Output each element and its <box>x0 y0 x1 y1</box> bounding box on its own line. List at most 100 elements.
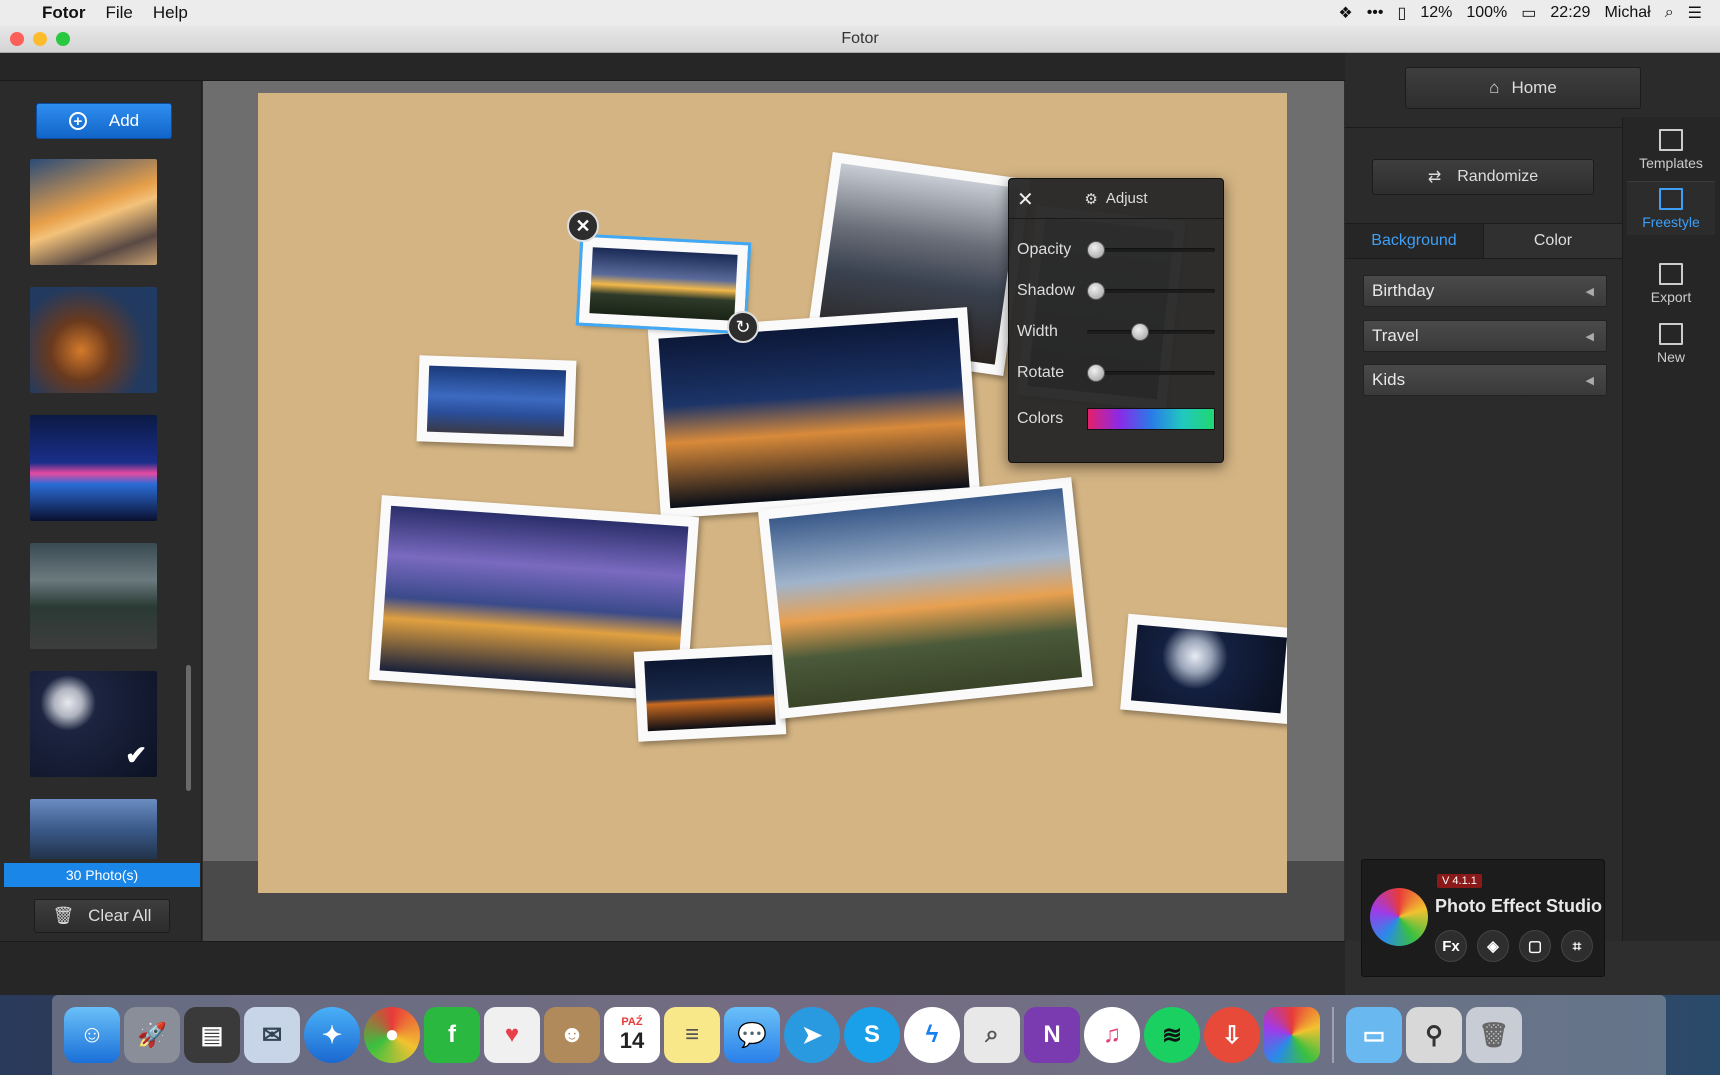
photo-count: 30 Photo(s) <box>4 863 200 887</box>
category-label: Kids <box>1372 370 1406 389</box>
trash-dock-icon[interactable]: 🗑 <box>1466 1007 1522 1063</box>
remove-photo-icon[interactable]: ✕ <box>567 210 599 242</box>
dropbox-icon[interactable]: ❖ <box>1338 3 1352 23</box>
telegram-icon[interactable]: ➤ <box>784 1007 840 1063</box>
fx-icon[interactable]: Fx <box>1435 930 1467 962</box>
width-slider[interactable] <box>1087 323 1215 341</box>
menu-help[interactable]: Help <box>153 3 188 23</box>
calendar-month: PAŹ <box>621 1016 643 1028</box>
crop-icon[interactable]: ⌗ <box>1561 930 1593 962</box>
library-scrollbar[interactable] <box>186 665 191 791</box>
notes-icon[interactable]: ≡ <box>664 1007 720 1063</box>
triangle-left-icon: ◀ <box>1585 330 1594 343</box>
tool-sidebar: Templates Freestyle Export New <box>1622 117 1720 941</box>
promo-title: Photo Effect Studio <box>1435 896 1602 916</box>
downloader-icon[interactable]: ⇩ <box>1204 1007 1260 1063</box>
chrome-icon[interactable]: ● <box>364 1007 420 1063</box>
contacts-icon[interactable]: ☻ <box>544 1007 600 1063</box>
add-button[interactable]: + Add <box>36 103 172 139</box>
gear-icon: ⚙ <box>1084 190 1098 208</box>
skype-icon[interactable]: S <box>844 1007 900 1063</box>
export-tool[interactable]: Export <box>1627 257 1715 311</box>
onenote-icon[interactable]: N <box>1024 1007 1080 1063</box>
color-picker-app-icon[interactable] <box>1264 1007 1320 1063</box>
menu-file[interactable]: File <box>105 3 132 23</box>
dock-separator <box>1332 1007 1334 1063</box>
messenger-icon[interactable]: ϟ <box>904 1007 960 1063</box>
tool-label: Export <box>1650 289 1692 305</box>
activity-monitor-icon[interactable]: ▤ <box>184 1007 240 1063</box>
adjust-popup: ✕ ⚙ Adjust Opacity Shadow Width Rotate C… <box>1008 178 1224 463</box>
spotify-icon[interactable]: ≋ <box>1144 1007 1200 1063</box>
notification-center-icon[interactable]: ☰ <box>1688 3 1702 23</box>
user-name[interactable]: Michał <box>1604 4 1650 22</box>
mail-icon[interactable]: ✉ <box>244 1007 300 1063</box>
collage-photo[interactable] <box>416 355 577 447</box>
zoom-window-button[interactable] <box>56 32 70 46</box>
stack-icon[interactable]: ⚲ <box>1406 1007 1462 1063</box>
home-label: Home <box>1511 78 1557 97</box>
finder-icon[interactable]: ☺ <box>64 1007 120 1063</box>
tab-color[interactable]: Color <box>1484 224 1622 258</box>
clear-all-button[interactable]: 🗑 Clear All <box>34 899 170 933</box>
battery-icon[interactable]: ▭ <box>1521 3 1536 23</box>
safari-icon[interactable]: ✦ <box>304 1007 360 1063</box>
home-icon: ⌂ <box>1489 78 1500 97</box>
collage-photo[interactable] <box>757 477 1094 719</box>
minimize-window-button[interactable] <box>33 32 47 46</box>
preview-icon[interactable]: ⌕ <box>964 1007 1020 1063</box>
spotlight-icon[interactable]: ⌕ <box>1665 4 1674 22</box>
calendar-day: 14 <box>619 1028 645 1053</box>
transform-icon[interactable]: ▢ <box>1519 930 1551 962</box>
photo-thumbnail[interactable] <box>30 287 157 393</box>
clock[interactable]: 22:29 <box>1550 4 1590 22</box>
mosaic-icon[interactable]: ◈ <box>1477 930 1509 962</box>
photo-thumbnail[interactable] <box>30 799 157 859</box>
rotate-slider[interactable] <box>1087 364 1215 382</box>
slider-knob[interactable] <box>1131 323 1149 341</box>
color-spectrum-picker[interactable] <box>1087 408 1215 430</box>
calendar-icon[interactable]: PAŹ 14 <box>604 1007 660 1063</box>
launchpad-icon[interactable]: 🚀 <box>124 1007 180 1063</box>
slider-knob[interactable] <box>1087 241 1105 259</box>
battery-text[interactable]: 100% <box>1466 4 1507 22</box>
photo-thumbnail[interactable] <box>30 543 157 649</box>
triangle-left-icon: ◀ <box>1585 374 1594 387</box>
category-travel[interactable]: Travel ◀ <box>1363 320 1607 352</box>
photo-effect-studio-promo[interactable]: V 4.1.1 Photo Effect Studio Fx ◈ ▢ ⌗ <box>1361 859 1605 977</box>
category-kids[interactable]: Kids ◀ <box>1363 364 1607 396</box>
tool-label: Freestyle <box>1642 213 1700 230</box>
collage-photo-selected[interactable] <box>575 233 752 335</box>
slider-knob[interactable] <box>1087 282 1105 300</box>
opacity-slider[interactable] <box>1087 241 1215 259</box>
randomize-button[interactable]: ⇄ Randomize <box>1372 159 1594 195</box>
folder-icon[interactable]: ▭ <box>1346 1007 1402 1063</box>
rotate-photo-icon[interactable]: ↻ <box>727 311 759 343</box>
itunes-icon[interactable]: ♫ <box>1084 1007 1140 1063</box>
close-icon[interactable]: ✕ <box>1017 187 1034 212</box>
templates-tool[interactable]: Templates <box>1627 123 1715 177</box>
slider-knob[interactable] <box>1087 364 1105 382</box>
shadow-slider[interactable] <box>1087 282 1215 300</box>
more-icon[interactable]: ••• <box>1367 4 1384 22</box>
photo-thumbnail[interactable] <box>30 415 157 521</box>
adjust-header: ✕ ⚙ Adjust <box>1009 179 1223 219</box>
photo-thumbnail-selected[interactable]: ✔ <box>30 671 157 777</box>
home-button[interactable]: ⌂ Home <box>1405 67 1641 109</box>
menu-app-name[interactable]: Fotor <box>42 3 85 23</box>
tab-background[interactable]: Background <box>1345 224 1484 258</box>
close-window-button[interactable] <box>10 32 24 46</box>
freestyle-tool[interactable]: Freestyle <box>1627 181 1715 235</box>
messages-icon[interactable]: 💬 <box>724 1007 780 1063</box>
collage-photo[interactable] <box>1120 613 1287 725</box>
category-birthday[interactable]: Birthday ◀ <box>1363 275 1607 307</box>
photo-thumbnail[interactable] <box>30 159 157 265</box>
collage-photo[interactable] <box>633 644 787 742</box>
app-window: + Add ✔ 30 Photo(s) 🗑 Clear All ✕ ↻ ✕ ⚙ … <box>0 53 1720 995</box>
collage-photo[interactable] <box>647 307 981 519</box>
new-tool[interactable]: New <box>1627 317 1715 371</box>
colors-row: Colors <box>1017 407 1217 431</box>
new-icon <box>1659 323 1683 345</box>
feedly-icon[interactable]: f <box>424 1007 480 1063</box>
pocket-icon[interactable]: ♥ <box>484 1007 540 1063</box>
